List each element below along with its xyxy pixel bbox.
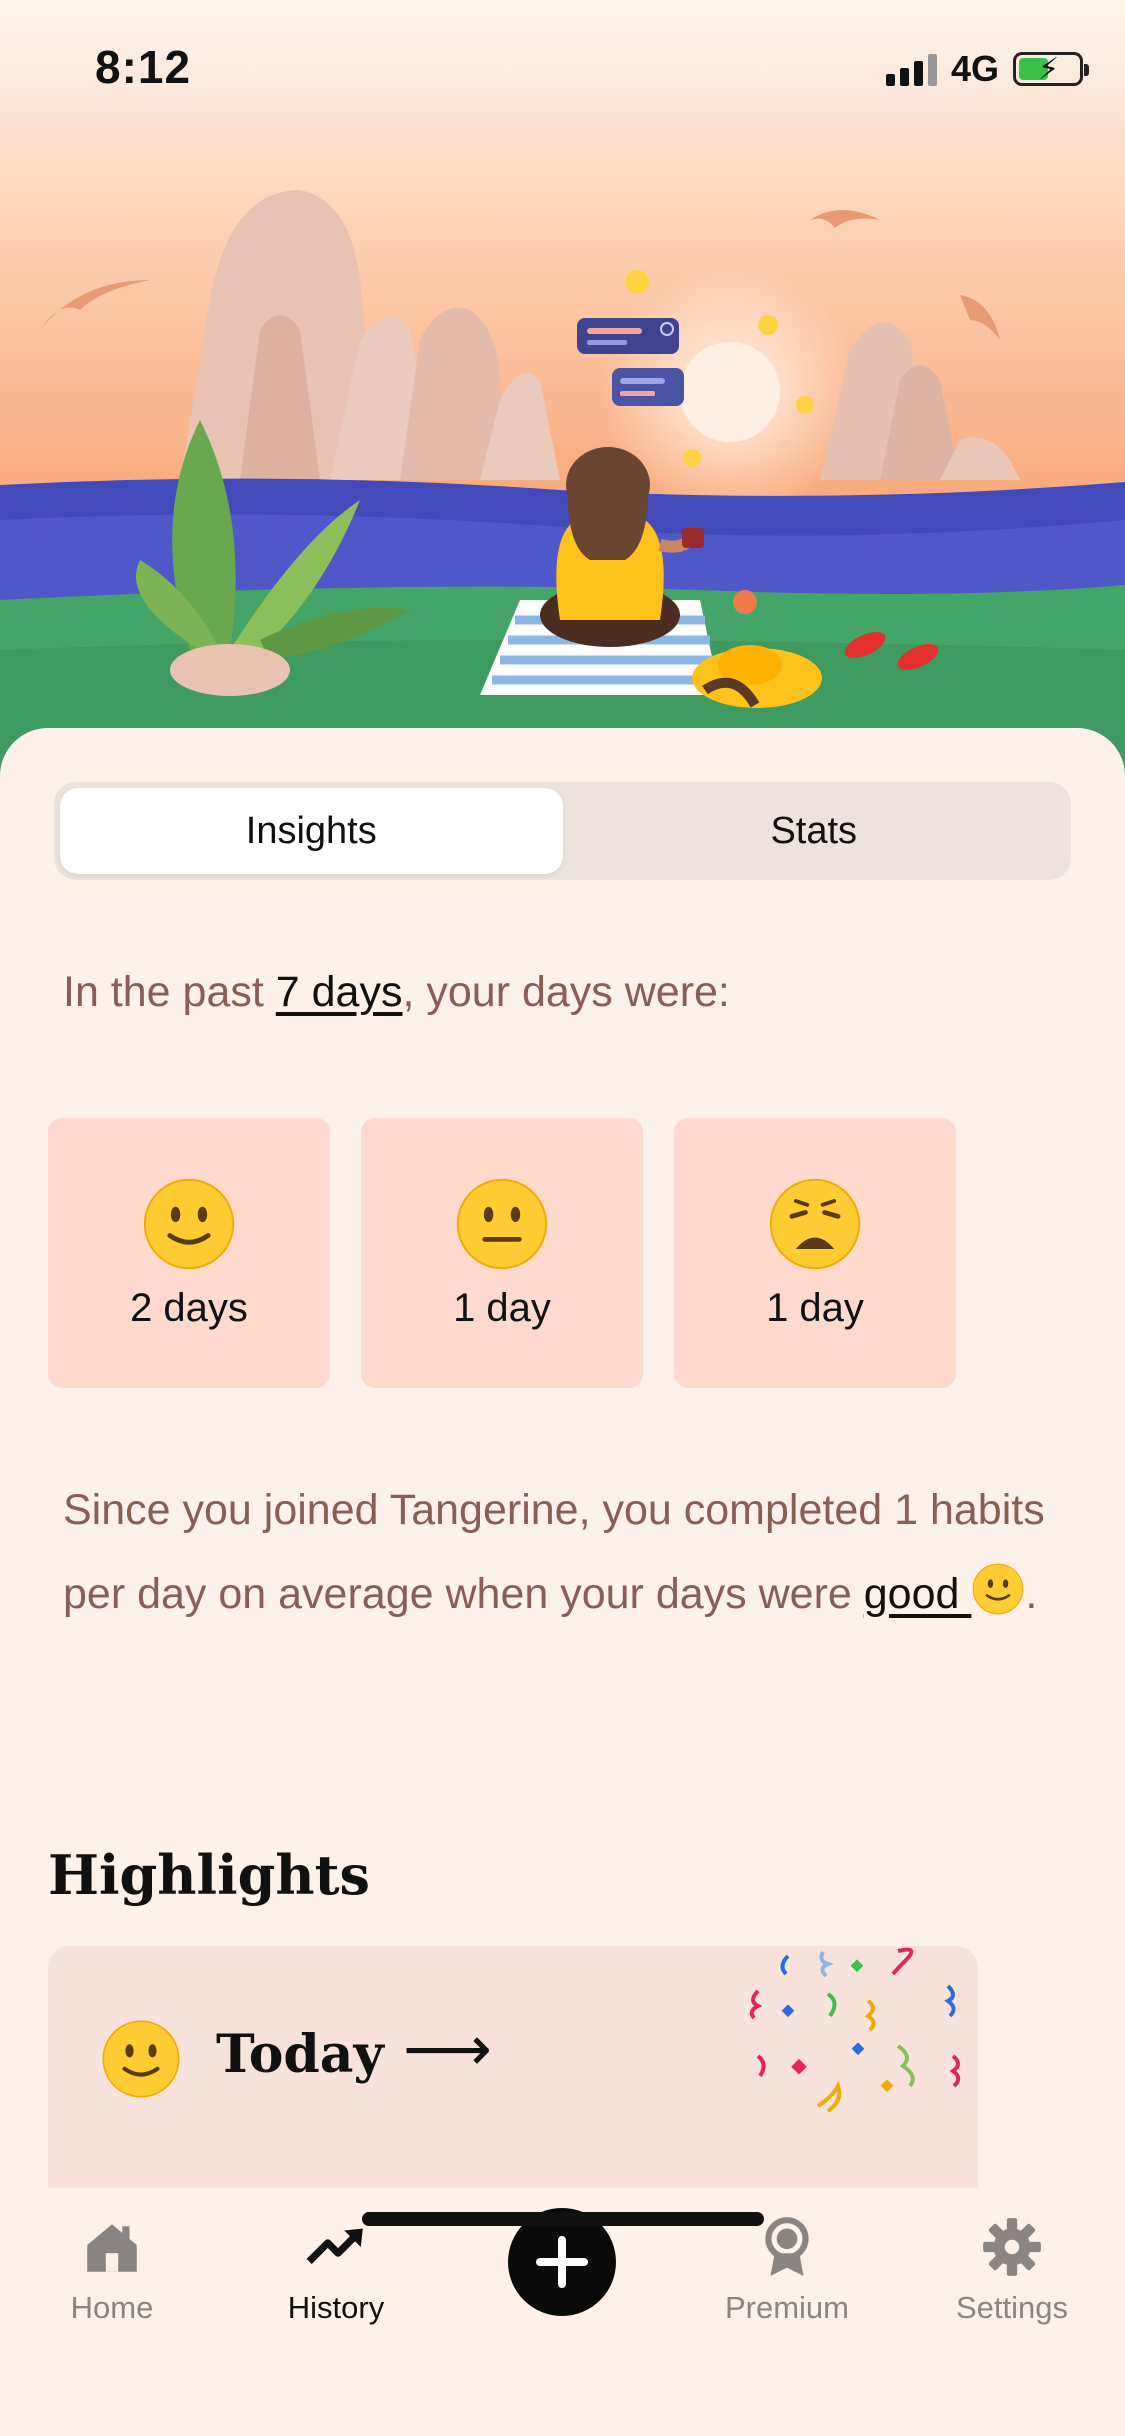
mood-summary-cards: 2 days 1 day 1 day [48, 1118, 956, 1388]
mood-count: 1 day [453, 1285, 551, 1330]
tab-insights[interactable]: Insights [60, 788, 563, 874]
mood-filter-link[interactable]: good [863, 1563, 1026, 1618]
network-type: 4G [950, 48, 999, 89]
neutral-face-icon [456, 1178, 548, 1269]
trending-up-icon [306, 2228, 363, 2264]
insights-intro: In the past 7 days, your days were: [63, 968, 730, 1017]
battery-icon: ⚡ [1013, 52, 1089, 86]
status-bar: 8:12 4G ⚡ [0, 0, 1125, 130]
tab-label: History [287, 2290, 385, 2325]
tab-premium[interactable]: Premium [697, 2214, 877, 2326]
tab-label: Settings [955, 2290, 1068, 2325]
tab-home[interactable]: Home [22, 2214, 202, 2326]
mood-count: 1 day [766, 1285, 864, 1330]
content-sheet: Insights Stats In the past 7 days, your … [0, 728, 1125, 2236]
award-ribbon-icon [765, 2217, 809, 2276]
gear-icon [983, 2218, 1041, 2276]
plus-icon [536, 2236, 588, 2288]
tab-label: Premium [724, 2290, 849, 2325]
today-label: Today [216, 2024, 384, 2085]
charging-bolt-icon: ⚡ [1038, 53, 1060, 86]
mood-card-good[interactable]: 2 days [48, 1118, 330, 1388]
mood-filter-label: good [863, 1570, 972, 1618]
slightly-smiling-face-icon [972, 1563, 1024, 1615]
home-indicator[interactable] [362, 2212, 764, 2226]
insights-stats-segmented-control: Insights Stats [54, 782, 1071, 880]
habit-average-summary: Since you joined Tangerine, you complete… [63, 1468, 1073, 1636]
tab-settings[interactable]: Settings [922, 2214, 1102, 2326]
highlights-title: Highlights [48, 1843, 370, 1907]
intro-prefix: In the past [63, 968, 276, 1016]
slightly-smiling-face-icon [143, 1178, 235, 1269]
weary-face-icon [769, 1178, 861, 1269]
mood-card-neutral[interactable]: 1 day [361, 1118, 643, 1388]
intro-suffix: , your days were: [402, 968, 730, 1016]
mood-card-bad[interactable]: 1 day [674, 1118, 956, 1388]
tab-history[interactable]: History [246, 2214, 426, 2326]
slightly-smiling-face-icon [102, 2020, 180, 2098]
arrow-right-icon: ⟶ [403, 2015, 492, 2084]
period-selector-link[interactable]: 7 days [276, 968, 403, 1016]
status-time: 8:12 [95, 41, 192, 93]
tab-label: Home [70, 2290, 154, 2325]
tab-stats[interactable]: Stats [563, 788, 1066, 874]
mood-count: 2 days [130, 1285, 248, 1330]
summary-end: . [1025, 1570, 1038, 1618]
status-indicators: 4G ⚡ [885, 48, 1089, 90]
house-icon [87, 2224, 137, 2272]
cellular-signal-icon [885, 52, 937, 86]
confetti-icon [749, 1947, 961, 2113]
